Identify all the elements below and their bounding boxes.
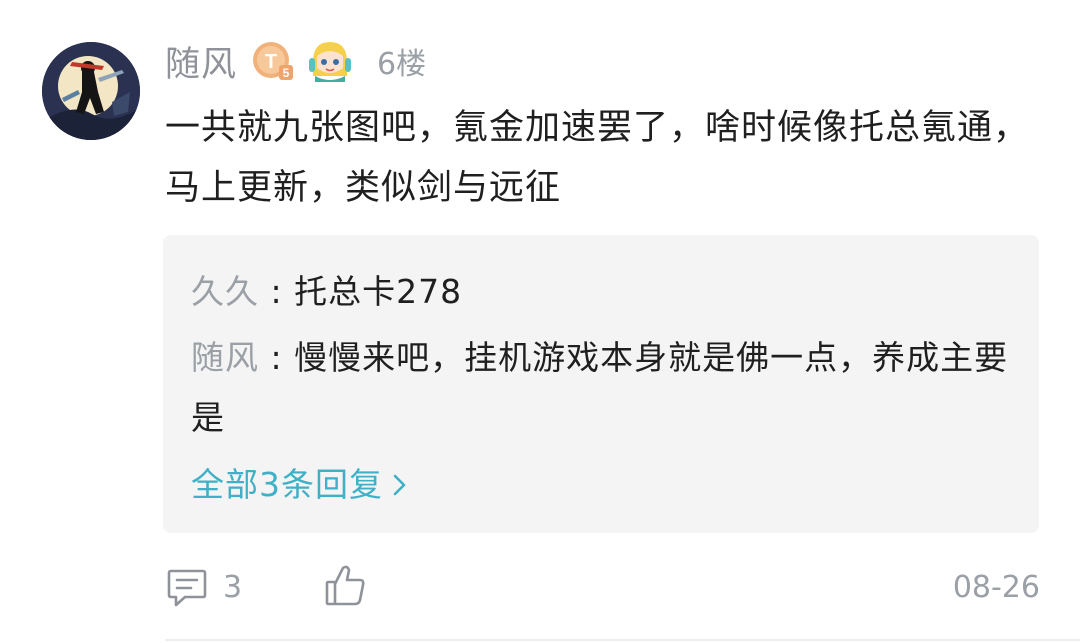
avatar[interactable] [42,42,140,140]
level-badge-number: 5 [283,66,290,80]
comment-item: 随风 T 5 6楼 一共就九张图吧，氪金加速罢了，啥时候像托总氪通，马上更新，类… [0,0,1080,643]
chevron-right-icon [393,474,406,496]
divider [165,639,1080,641]
view-all-replies-label: 全部3条回复 [191,465,383,504]
avatar-ninja-moon-icon [42,42,140,140]
reply-item: 久久 : 托总卡278 [191,262,1011,322]
level-badge-letter: T [265,51,277,73]
comment-date: 08-26 [952,570,1040,605]
level-badge-icon: T 5 [251,39,295,83]
floor-number: 6楼 [377,47,427,82]
reply-text: 托总卡278 [294,272,463,311]
username[interactable]: 随风 [165,36,237,87]
comment-icon[interactable] [165,565,209,609]
comment-footer: 3 08-26 [165,562,1040,612]
comment-count: 3 [223,570,243,605]
reply-item: 随风 : 慢慢来吧，挂机游戏本身就是佛一点，养成主要是 [191,328,1011,448]
view-all-replies-link[interactable]: 全部3条回复 [191,457,409,513]
thumbs-up-icon[interactable] [323,562,367,608]
reply-separator: : [259,338,295,377]
reply-text: 慢慢来吧，挂机游戏本身就是佛一点，养成主要是 [191,338,1009,437]
anime-girl-badge-icon [307,38,353,84]
comment-header: 随风 T 5 6楼 [165,36,426,86]
comment-text: 一共就九张图吧，氪金加速罢了，啥时候像托总氪通，马上更新，类似剑与远征 [165,108,1030,208]
reply-author[interactable]: 随风 [191,338,259,377]
reply-separator: : [259,272,295,311]
reply-author[interactable]: 久久 [191,272,259,311]
reply-preview-box[interactable]: 久久 : 托总卡278 随风 : 慢慢来吧，挂机游戏本身就是佛一点，养成主要是 … [163,235,1039,533]
